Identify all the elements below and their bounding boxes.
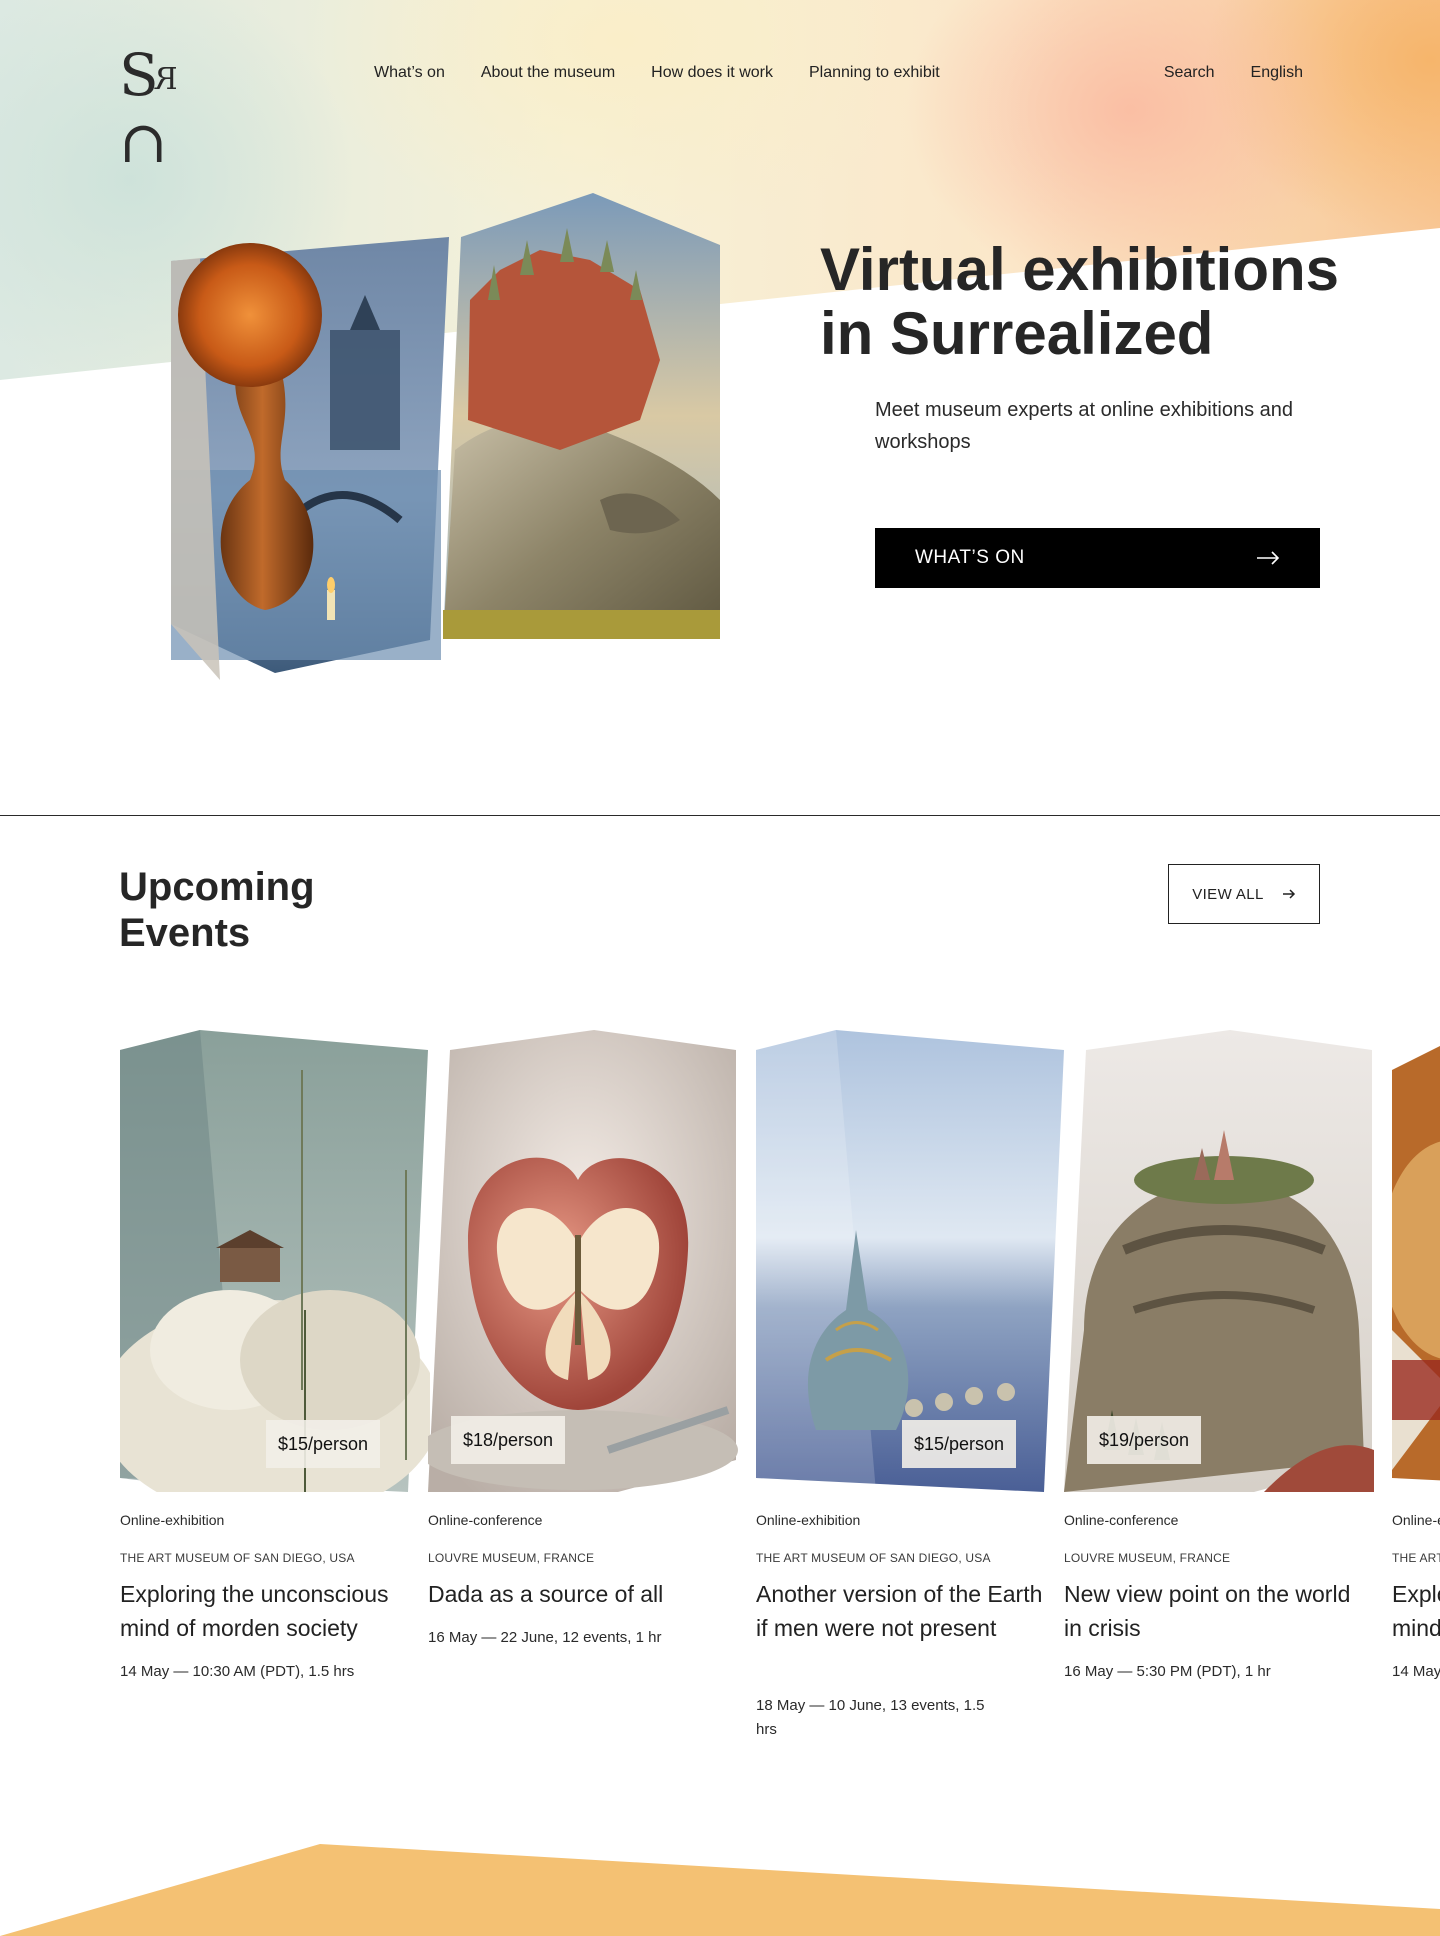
event-title[interactable]: Dada as a source of all [428, 1577, 718, 1611]
arrow-right-icon [1282, 889, 1295, 899]
events-carousel: $15/person Online-exhibition THE ART MUS… [0, 1030, 1440, 1750]
event-type: Online-conference [1064, 1512, 1179, 1528]
event-card-image: $19/person [1064, 1030, 1374, 1492]
view-all-button[interactable]: VIEW ALL [1168, 864, 1320, 924]
event-card[interactable]: $15/person Online-exhibition THE ART MUS… [756, 1030, 1066, 1738]
hero-subtitle: Meet museum experts at online exhibition… [875, 399, 1294, 453]
event-card-image: $15/person [120, 1030, 430, 1492]
whats-on-button-label: WHAT’S ON [915, 547, 1025, 568]
section-divider [0, 815, 1440, 816]
view-all-label: VIEW ALL [1192, 885, 1264, 903]
event-price-badge: $19/person [1087, 1416, 1202, 1464]
hero-title-line-1: Virtual exhibitions [820, 236, 1339, 303]
event-card-image [1392, 1030, 1440, 1492]
event-venue: LOUVRE MUSEUM, FRANCE [1064, 1551, 1231, 1565]
event-title[interactable]: Exploring the unconscious mind of morden… [120, 1577, 410, 1645]
event-venue: THE ART MUSEUM OF SAN DIEGO, USA [1392, 1551, 1440, 1565]
event-price-badge: $15/person [266, 1420, 381, 1468]
event-price-badge: $15/person [902, 1420, 1017, 1468]
event-title[interactable]: Another version of the Earth if men were… [756, 1577, 1046, 1645]
event-type: Online-exhibition [756, 1512, 861, 1528]
hero-title-line-2: in Surrealized [820, 300, 1214, 367]
event-date: 16 May — 22 June, 12 events, 1 hr [428, 1629, 662, 1646]
event-card[interactable]: $18/person Online-conference LOUVRE MUSE… [428, 1030, 738, 1646]
event-date: 18 May — 10 June, 13 events, 1.5 hrs [756, 1697, 985, 1738]
hero-title: Virtual exhibitions in Surrealized [820, 238, 1340, 366]
event-date: 14 May — 10:30 AM (PDT), 1.5 hrs [120, 1663, 355, 1680]
event-card-image: $15/person [756, 1030, 1066, 1492]
event-title[interactable]: Exploring the unconscious mind of morden… [1392, 1577, 1440, 1645]
event-card[interactable]: Online-exhibition THE ART MUSEUM OF SAN … [1392, 1030, 1440, 1680]
arrow-right-icon [1257, 551, 1280, 565]
upcoming-events-title-line-1: Upcoming [119, 865, 315, 909]
event-title[interactable]: New view point on the world in crisis [1064, 1577, 1354, 1645]
event-date: 14 May — 10:30 AM (PDT), 1.5 hrs [1392, 1663, 1440, 1680]
event-type: Online-exhibition [120, 1512, 225, 1528]
event-venue: LOUVRE MUSEUM, FRANCE [428, 1551, 595, 1565]
event-type: Online-exhibition [1392, 1512, 1440, 1528]
event-type: Online-conference [428, 1512, 543, 1528]
upcoming-events-title-line-2: Events [119, 911, 251, 955]
hero-painting-castle [443, 193, 720, 639]
event-card[interactable]: $19/person Online-conference LOUVRE MUSE… [1064, 1030, 1374, 1680]
event-card-image: $18/person [428, 1030, 738, 1492]
upcoming-events-title: Upcoming Events [119, 864, 379, 956]
event-card[interactable]: $15/person Online-exhibition THE ART MUS… [120, 1030, 430, 1680]
event-venue: THE ART MUSEUM OF SAN DIEGO, USA [120, 1551, 355, 1565]
event-date: 16 May — 5:30 PM (PDT), 1 hr [1064, 1663, 1271, 1680]
whats-on-button[interactable]: WHAT’S ON [875, 528, 1320, 588]
hero-painting-vase [171, 237, 449, 680]
event-venue: THE ART MUSEUM OF SAN DIEGO, USA [756, 1551, 991, 1565]
footer-accent-band [0, 1844, 1440, 1936]
event-price-badge: $18/person [451, 1416, 566, 1464]
